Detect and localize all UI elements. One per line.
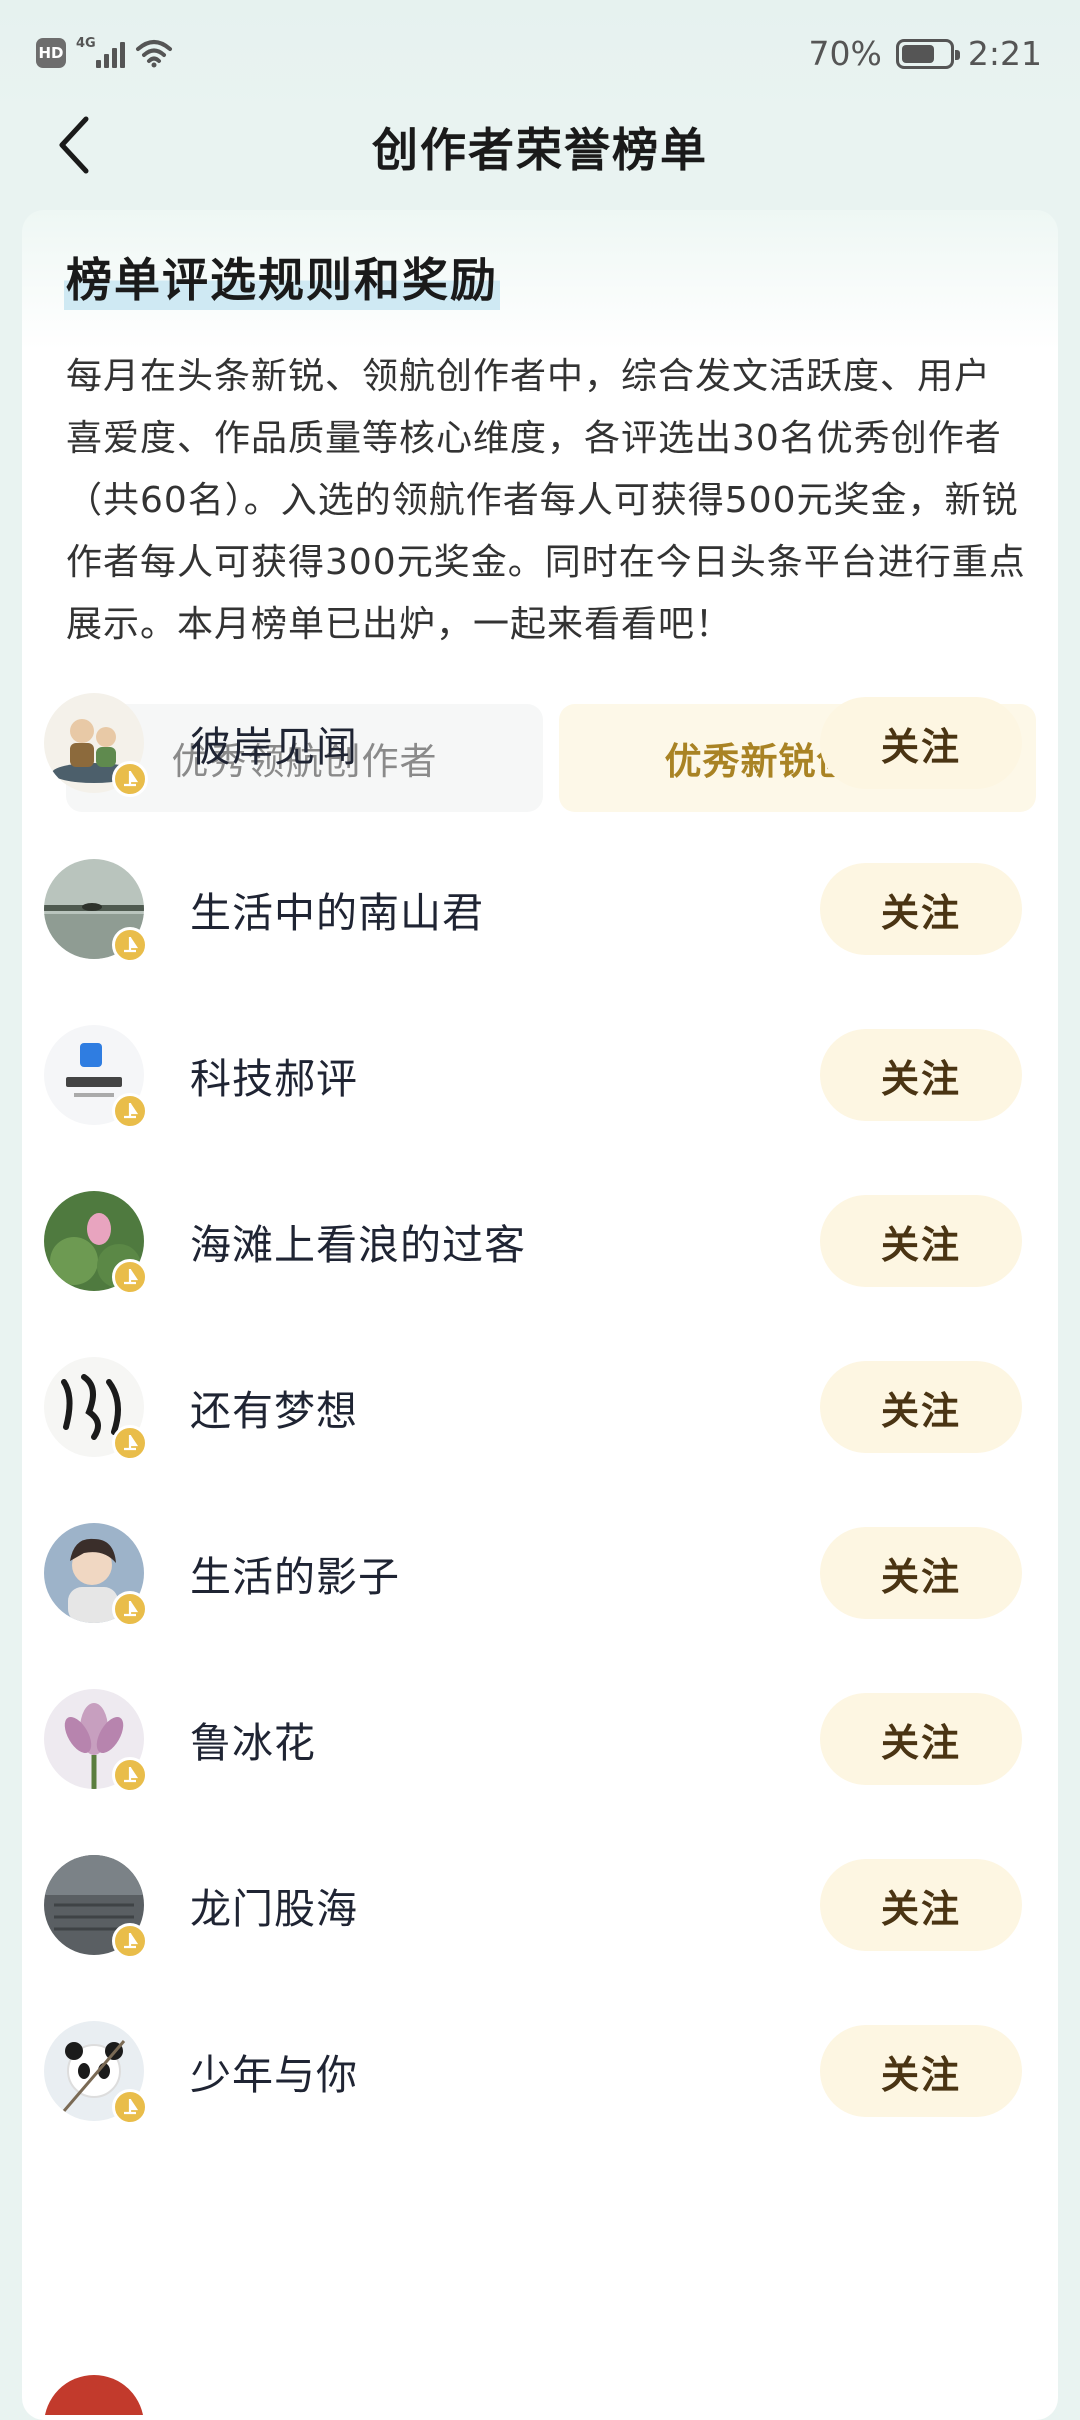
page-title: 创作者荣誉榜单 — [372, 123, 708, 177]
creator-name[interactable]: 生活的影子 — [190, 1543, 400, 1603]
follow-button[interactable]: 关注 — [820, 697, 1022, 789]
status-right: 70% 2:21 — [809, 34, 1042, 73]
creator-name[interactable]: 还有梦想 — [190, 1377, 358, 1437]
creator-name[interactable]: 鲁冰花 — [190, 1709, 316, 1769]
battery-icon — [895, 38, 960, 69]
avatar[interactable] — [44, 2021, 148, 2125]
avatar[interactable] — [44, 1191, 148, 1295]
follow-button[interactable]: 关注 — [820, 1693, 1022, 1785]
follow-button[interactable]: 关注 — [820, 863, 1022, 955]
list-item[interactable]: 彼岸见闻 关注 — [44, 660, 1024, 826]
list-item[interactable]: 少年与你 关注 — [44, 1988, 1024, 2154]
partial-avatar — [44, 2375, 144, 2415]
follow-button[interactable]: 关注 — [820, 1029, 1022, 1121]
creator-name[interactable]: 生活中的南山君 — [190, 879, 484, 939]
gold-creator-badge-icon — [112, 1093, 148, 1129]
creator-name[interactable]: 彼岸见闻 — [190, 713, 358, 773]
creator-list: 彼岸见闻 关注 生活中的南山君 关注 科技郝评 关注 海滩上看浪的过客 关注 还… — [44, 660, 1024, 2154]
battery-fill — [901, 44, 935, 63]
gold-creator-badge-icon — [112, 1425, 148, 1461]
follow-button[interactable]: 关注 — [820, 2025, 1022, 2117]
follow-button[interactable]: 关注 — [820, 1859, 1022, 1951]
hd-icon: HD — [36, 38, 66, 68]
follow-button[interactable]: 关注 — [820, 1195, 1022, 1287]
list-item[interactable]: 还有梦想 关注 — [44, 1324, 1024, 1490]
creator-name[interactable]: 海滩上看浪的过客 — [190, 1211, 526, 1271]
gold-creator-badge-icon — [112, 761, 148, 797]
partial-list-item — [44, 2375, 144, 2415]
avatar[interactable] — [44, 859, 148, 963]
gold-creator-badge-icon — [112, 927, 148, 963]
gold-creator-badge-icon — [112, 1923, 148, 1959]
battery-percent: 70% — [808, 34, 882, 73]
creator-name[interactable]: 科技郝评 — [190, 1045, 358, 1105]
network-type: 4G — [76, 36, 96, 51]
creator-name[interactable]: 龙门股海 — [190, 1875, 358, 1935]
cellular-signal-icon: 4G — [76, 36, 125, 68]
follow-button[interactable]: 关注 — [820, 1361, 1022, 1453]
rules-description: 每月在头条新锐、领航创作者中，综合发文活跃度、用户喜爱度、作品质量等核心维度，各… — [66, 356, 1026, 645]
status-bar: HD 4G 70% 2:21 — [0, 0, 1080, 112]
avatar[interactable] — [44, 1689, 148, 1793]
avatar[interactable] — [44, 1523, 148, 1627]
gold-creator-badge-icon — [112, 2089, 148, 2125]
list-item[interactable]: 科技郝评 关注 — [44, 992, 1024, 1158]
gold-creator-badge-icon — [112, 1757, 148, 1793]
avatar[interactable] — [44, 1855, 148, 1959]
avatar[interactable] — [44, 693, 148, 797]
gold-creator-badge-icon — [112, 1591, 148, 1627]
avatar[interactable] — [44, 1357, 148, 1461]
nav-bar: 创作者荣誉榜单 — [0, 100, 1080, 190]
list-item[interactable]: 生活中的南山君 关注 — [44, 826, 1024, 992]
avatar[interactable] — [44, 1025, 148, 1129]
list-item[interactable]: 龙门股海 关注 — [44, 1822, 1024, 1988]
follow-button[interactable]: 关注 — [820, 1527, 1022, 1619]
wifi-icon — [136, 40, 172, 68]
gold-creator-badge-icon — [112, 1259, 148, 1295]
clock: 2:21 — [967, 34, 1042, 73]
creator-name[interactable]: 少年与你 — [190, 2041, 358, 2101]
list-item[interactable]: 鲁冰花 关注 — [44, 1656, 1024, 1822]
list-item[interactable]: 生活的影子 关注 — [44, 1490, 1024, 1656]
list-item[interactable]: 海滩上看浪的过客 关注 — [44, 1158, 1024, 1324]
rules-title: 榜单评选规则和奖励 — [64, 244, 500, 310]
status-left: HD 4G — [36, 36, 173, 68]
